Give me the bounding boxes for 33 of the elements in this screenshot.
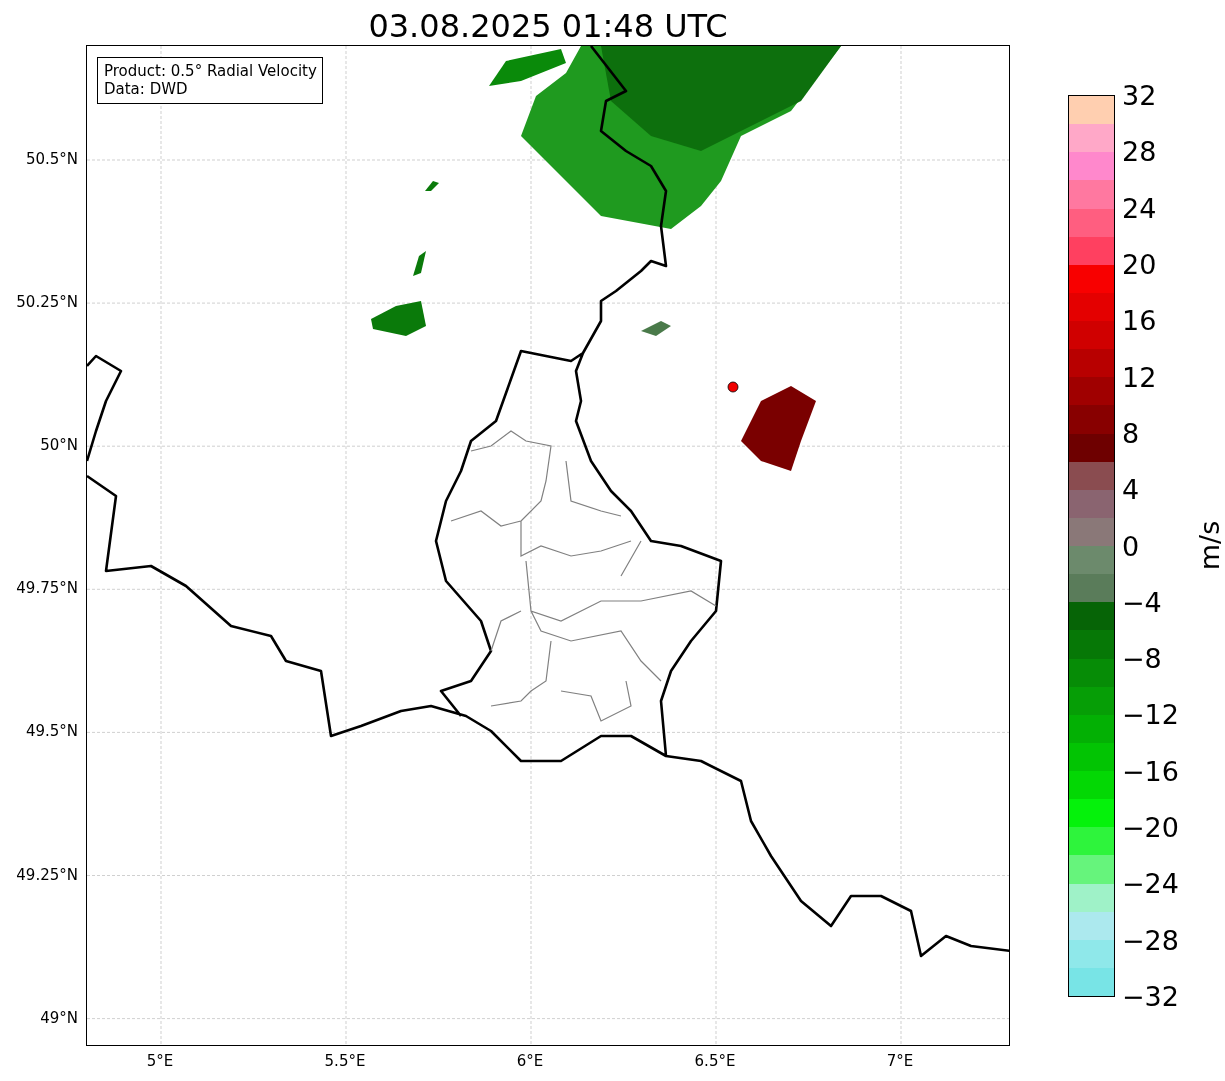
colorbar-tick-label: 12 xyxy=(1122,361,1157,393)
colorbar-tick-label: −24 xyxy=(1122,867,1179,899)
axis-tick-label: 50°N xyxy=(40,436,78,455)
axis-tick-label: 49.5°N xyxy=(25,722,78,741)
colorbar-tick-label: −16 xyxy=(1122,755,1179,787)
axis-tick-label: 7°E xyxy=(886,1052,914,1070)
axis-tick-label: 5°E xyxy=(146,1052,174,1070)
colorbar-tick-label: −8 xyxy=(1122,642,1162,674)
info-text: Product: 0.5° Radial Velocity xyxy=(104,62,317,80)
axis-tick-label: 49.75°N xyxy=(16,579,78,598)
colorbar-tick-label: 16 xyxy=(1122,304,1157,336)
axis-tick-label: 49.25°N xyxy=(16,865,78,884)
colorbar-tick-label: 8 xyxy=(1122,417,1140,449)
colorbar-tick-label: 32 xyxy=(1122,79,1157,111)
colorbar-tick-label: 4 xyxy=(1122,473,1140,505)
colorbar-tick-label: −28 xyxy=(1122,924,1179,956)
colorbar-tick-label: −12 xyxy=(1122,698,1179,730)
colorbar-tick-label: −4 xyxy=(1122,586,1162,618)
axis-tick-label: 5.5°E xyxy=(324,1052,366,1070)
colorbar-tick-label: −20 xyxy=(1122,811,1179,843)
axis-tick-label: 50.5°N xyxy=(25,150,78,168)
info-text: Data: DWD xyxy=(104,80,189,98)
colorbar-label: m/s xyxy=(1194,520,1225,571)
colorbar-tick-label: 20 xyxy=(1122,248,1157,280)
colorbar-tick-label: 28 xyxy=(1122,135,1157,167)
axis-tick-label: 6°E xyxy=(516,1052,544,1070)
axis-tick-label: 50.25°N xyxy=(16,293,78,312)
colorbar-tick-label: 0 xyxy=(1122,530,1140,561)
chart-title: 03.08.2025 01:48 UTC xyxy=(367,6,729,45)
colorbar-tick-label: −32 xyxy=(1122,980,1179,1012)
colorbar-tick-label: 24 xyxy=(1122,192,1157,224)
axis-tick-label: 6.5°E xyxy=(694,1052,736,1070)
axis-tick-label: 49°N xyxy=(40,1008,78,1027)
